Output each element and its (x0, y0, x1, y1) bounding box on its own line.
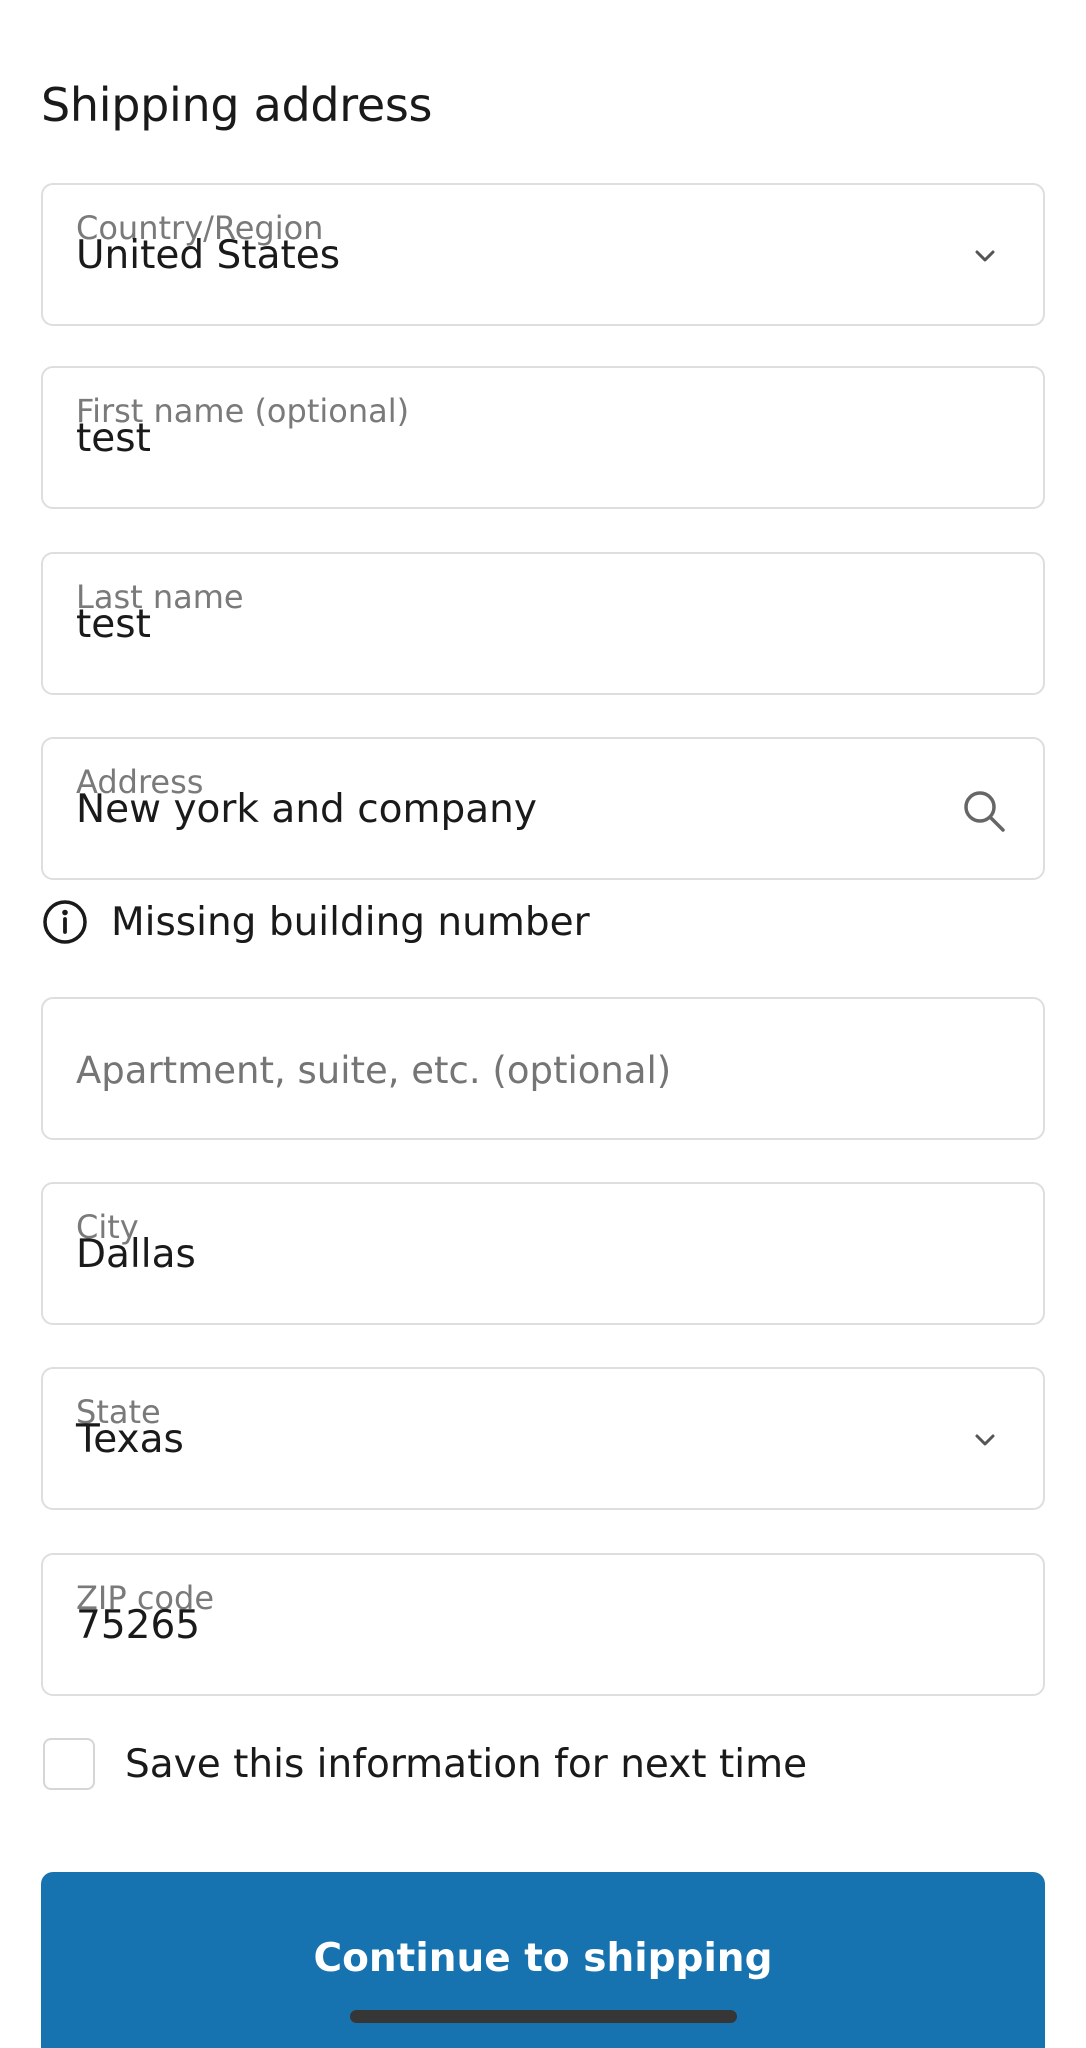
last-name-value: test (76, 602, 151, 647)
home-indicator (350, 2010, 737, 2023)
address-field[interactable]: Address New york and company (41, 737, 1045, 880)
chevron-down-icon (975, 250, 995, 262)
first-name-field[interactable]: First name (optional) test (41, 366, 1045, 509)
address-warning: Missing building number (41, 894, 590, 950)
page-title: Shipping address (41, 78, 433, 132)
checkout-page: Shipping address Country/Region United S… (0, 0, 1086, 2048)
save-info-checkbox[interactable] (43, 1738, 95, 1790)
apartment-field[interactable]: Apartment, suite, etc. (optional) (41, 997, 1045, 1140)
state-select[interactable]: State Texas (41, 1367, 1045, 1510)
continue-to-shipping-label: Continue to shipping (313, 1936, 773, 1981)
search-icon[interactable] (960, 787, 1008, 835)
city-field[interactable]: City Dallas (41, 1182, 1045, 1325)
save-info-row[interactable]: Save this information for next time (43, 1738, 807, 1790)
first-name-value: test (76, 416, 151, 461)
apartment-placeholder: Apartment, suite, etc. (optional) (76, 1049, 672, 1092)
state-value: Texas (76, 1417, 184, 1462)
zip-code-field[interactable]: ZIP code 75265 (41, 1553, 1045, 1696)
last-name-field[interactable]: Last name test (41, 552, 1045, 695)
address-warning-text: Missing building number (111, 899, 590, 945)
country-value: United States (76, 233, 341, 278)
zip-code-value: 75265 (76, 1603, 201, 1648)
address-value: New york and company (76, 787, 537, 832)
info-icon (43, 900, 87, 944)
country-select[interactable]: Country/Region United States (41, 183, 1045, 326)
city-value: Dallas (76, 1232, 196, 1277)
save-info-label[interactable]: Save this information for next time (125, 1742, 807, 1787)
chevron-down-icon (975, 1434, 995, 1446)
